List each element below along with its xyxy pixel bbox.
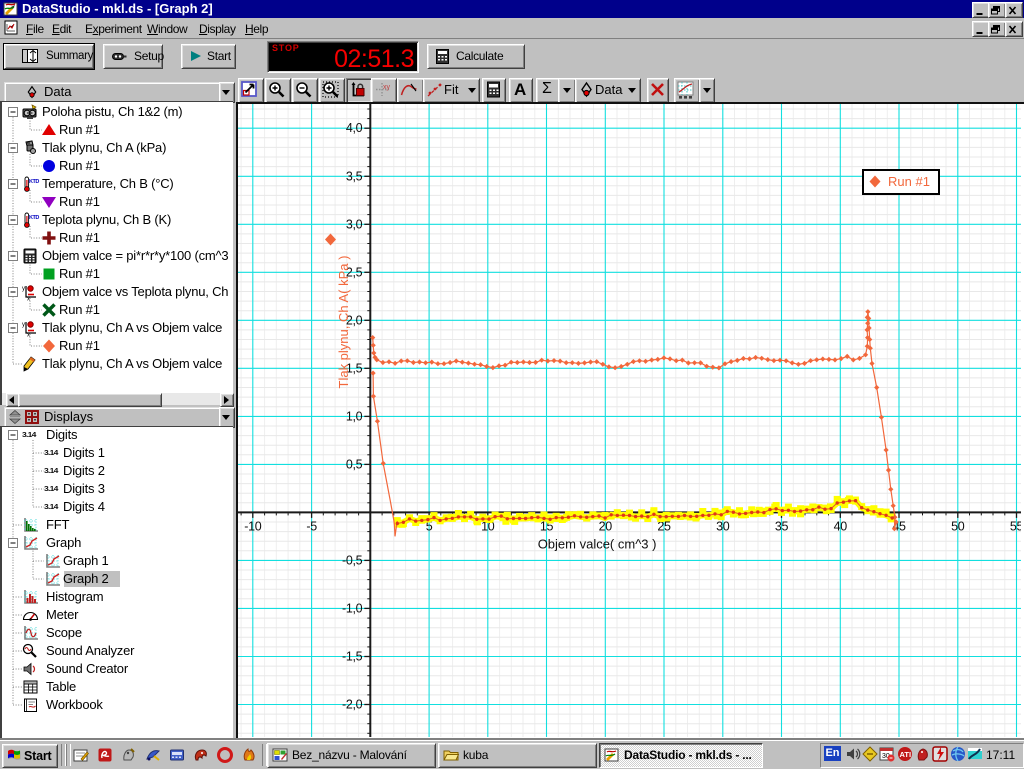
svg-text:-10: -10 xyxy=(244,519,262,533)
svg-text:20: 20 xyxy=(599,519,613,533)
svg-text:y: y xyxy=(22,322,25,328)
svg-text:3.14: 3.14 xyxy=(44,503,59,511)
svg-text:3,5: 3,5 xyxy=(346,169,363,183)
svg-text:-1,5: -1,5 xyxy=(342,650,363,664)
svg-text:30: 30 xyxy=(716,519,730,533)
svg-text:Tlak plynu, Ch A( kPa ): Tlak plynu, Ch A( kPa ) xyxy=(336,256,351,389)
svg-text:ATI: ATI xyxy=(900,750,912,759)
svg-text:3.14: 3.14 xyxy=(44,449,59,457)
svg-text:KTD: KTD xyxy=(29,179,39,185)
svg-text:55: 55 xyxy=(1010,519,1021,533)
svg-text:3.14: 3.14 xyxy=(44,467,59,475)
svg-text:KTD: KTD xyxy=(29,215,39,221)
svg-text:-0,5: -0,5 xyxy=(342,553,363,567)
svg-text:1,0: 1,0 xyxy=(346,409,363,423)
svg-text:3,0: 3,0 xyxy=(346,217,363,231)
svg-text:-2,0: -2,0 xyxy=(342,698,363,712)
svg-text:-1,0: -1,0 xyxy=(342,601,363,615)
svg-text:x: x xyxy=(27,297,30,303)
svg-text:Objem valce( cm^3 ): Objem valce( cm^3 ) xyxy=(538,536,657,551)
svg-text:0,5: 0,5 xyxy=(346,457,363,471)
svg-text:x: x xyxy=(27,333,30,339)
svg-text:4,0: 4,0 xyxy=(346,121,363,135)
svg-text:3.14: 3.14 xyxy=(44,485,59,493)
svg-text:40: 40 xyxy=(834,519,848,533)
svg-text:50: 50 xyxy=(951,519,965,533)
svg-text:y: y xyxy=(22,286,25,292)
svg-text:-5: -5 xyxy=(306,519,317,533)
svg-text:Run #1: Run #1 xyxy=(888,174,930,189)
svg-text:3.14: 3.14 xyxy=(22,431,37,439)
svg-text:35: 35 xyxy=(775,519,789,533)
svg-text:xy: xy xyxy=(383,84,391,91)
